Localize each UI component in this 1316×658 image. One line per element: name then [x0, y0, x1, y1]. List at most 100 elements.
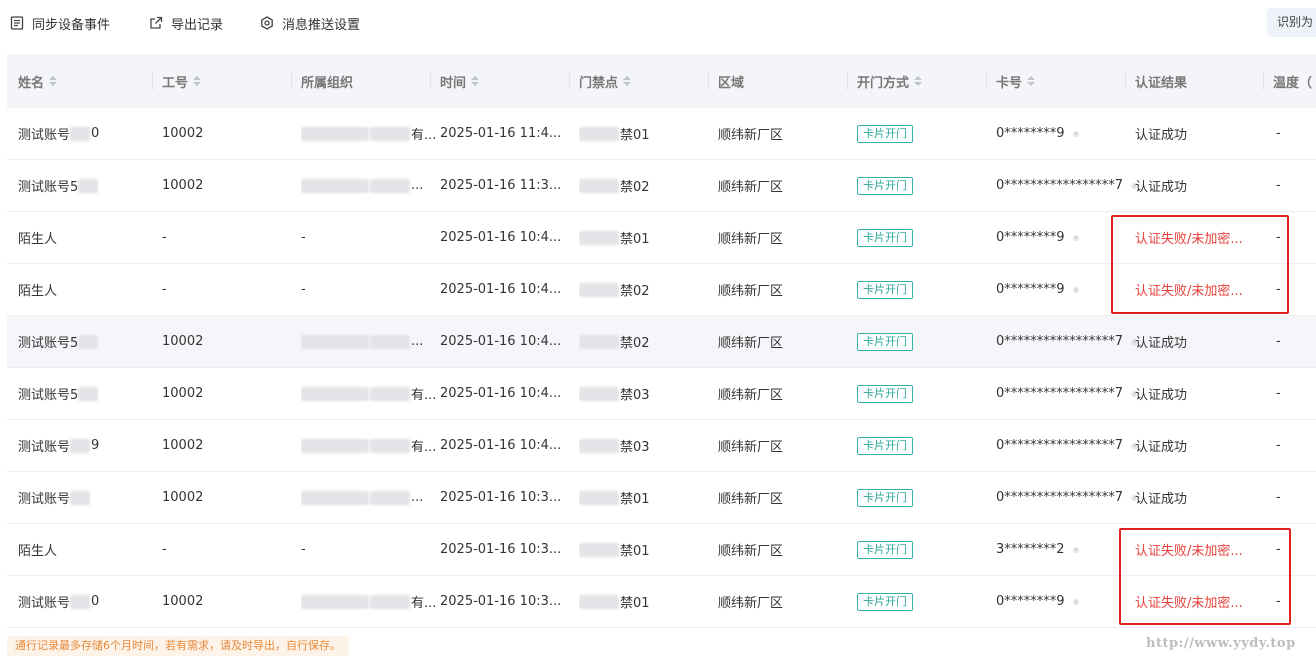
cell-employee-id: 10002 [162, 334, 204, 349]
reveal-eye-icon[interactable]: ◉ [1073, 545, 1087, 554]
cell-door: 禁01 [579, 472, 650, 523]
cell-name: 测试账号 9 [18, 438, 100, 455]
retention-notice: 通行记录最多存储6个月时间，若有需求，请及时导出，自行保存。 [7, 636, 349, 656]
cell-auth-result: 认证成功 [1135, 336, 1188, 351]
column-header-door[interactable]: 门禁点 [569, 54, 632, 108]
table-row[interactable]: 测试账号5 10002... 2025-01-16 10:4... 禁02 顺纬新厂区 卡… [7, 316, 1316, 368]
cell-employee-id: - [162, 230, 167, 245]
cell-employee-id: 10002 [162, 490, 204, 505]
sort-icon[interactable] [193, 76, 202, 86]
cell-time: 2025-01-16 10:4... [440, 230, 562, 245]
cell-door: 禁01 [579, 108, 650, 159]
column-header-open-method[interactable]: 开门方式 [847, 54, 923, 108]
cell-open-method: 卡片开门 [857, 316, 913, 367]
cell-temperature: - [1276, 178, 1281, 193]
reveal-eye-icon[interactable]: ◉ [1073, 233, 1087, 242]
identify-as-button[interactable]: 识别为 [1267, 8, 1316, 37]
cell-open-method: 卡片开门 [857, 576, 913, 627]
cell-time: 2025-01-16 11:3... [440, 178, 562, 193]
column-header-card-number[interactable]: 卡号 [986, 54, 1036, 108]
cell-name: 测试账号5 [18, 368, 99, 419]
export-icon [150, 16, 163, 29]
highlight-box-failed-auth-1 [1111, 215, 1289, 314]
cell-time: 2025-01-16 10:3... [440, 594, 562, 609]
table-row[interactable]: 测试账号5 10002 有... 2025-01-16 10:4... 禁03 顺纬新厂区… [7, 368, 1316, 420]
open-method-badge: 卡片开门 [857, 332, 913, 351]
cell-card-number: 0********9 ◉ [996, 264, 1087, 315]
sort-icon[interactable] [623, 76, 632, 86]
cell-open-method: 卡片开门 [857, 472, 913, 523]
cell-temperature: - [1276, 386, 1281, 401]
open-method-badge: 卡片开门 [857, 280, 913, 299]
column-header-time[interactable]: 时间 [430, 54, 480, 108]
message-push-settings-button[interactable]: 消息推送设置 [260, 13, 360, 33]
column-header-auth-result: 认证结果 [1125, 54, 1187, 108]
cell-employee-id: 10002 [162, 178, 204, 193]
cell-name: 陌生人 [18, 544, 58, 559]
cell-door: 禁01 [579, 576, 650, 627]
table-row[interactable]: 测试账号 10002... 2025-01-16 10:3... 禁01 顺纬新厂区 卡片… [7, 472, 1316, 524]
table-row[interactable]: 测试账号 0 10002 有... 2025-01-16 11:4... 禁01 顺纬新厂区… [7, 108, 1316, 160]
cell-employee-id: 10002 [162, 438, 204, 453]
reveal-eye-icon[interactable]: ◉ [1073, 129, 1087, 138]
column-header-organization: 所属组织 [291, 54, 353, 108]
cell-time: 2025-01-16 11:4... [440, 126, 562, 141]
cell-area: 顺纬新厂区 [718, 492, 784, 507]
cell-auth-result: 认证成功 [1135, 180, 1188, 195]
export-records-button[interactable]: 导出记录 [149, 13, 223, 33]
open-method-badge: 卡片开门 [857, 228, 913, 247]
cell-name: 测试账号5 [18, 316, 99, 367]
open-method-badge: 卡片开门 [857, 176, 913, 195]
cell-time: 2025-01-16 10:3... [440, 542, 562, 557]
cell-name: 测试账号 0 [18, 594, 100, 611]
cell-area: 顺纬新厂区 [718, 440, 784, 455]
cell-temperature: - [1276, 438, 1281, 453]
cell-card-number: 3********2 ◉ [996, 524, 1087, 575]
cell-area: 顺纬新厂区 [718, 128, 784, 143]
sort-icon[interactable] [1027, 76, 1036, 86]
cell-employee-id: 10002 [162, 386, 204, 401]
cell-door: 禁03 [579, 420, 650, 471]
cell-door: 禁01 [579, 524, 650, 575]
cell-door: 禁01 [579, 212, 650, 263]
cell-open-method: 卡片开门 [857, 524, 913, 575]
cell-area: 顺纬新厂区 [718, 596, 784, 611]
cell-card-number: 0********9 ◉ [996, 108, 1087, 159]
sync-device-events-button[interactable]: 同步设备事件 [10, 13, 110, 33]
cell-door: 禁03 [579, 368, 650, 419]
cell-temperature: - [1276, 334, 1281, 349]
reveal-eye-icon[interactable]: ◉ [1073, 285, 1087, 294]
open-method-badge: 卡片开门 [857, 540, 913, 559]
cell-name: 陌生人 [18, 232, 58, 247]
message-push-settings-label: 消息推送设置 [282, 17, 361, 33]
cell-employee-id: - [162, 542, 167, 557]
sync-device-events-label: 同步设备事件 [32, 17, 111, 33]
cell-organization: - [301, 230, 306, 245]
cell-area: 顺纬新厂区 [718, 336, 784, 351]
cell-organization: 有... [301, 108, 436, 159]
cell-card-number: 0********9 ◉ [996, 576, 1087, 627]
table-row[interactable]: 测试账号 9 10002 有... 2025-01-16 10:4... 禁03 顺纬新厂区… [7, 420, 1316, 472]
cell-area: 顺纬新厂区 [718, 180, 784, 195]
cell-auth-result: 认证成功 [1135, 128, 1188, 143]
column-header-employee-id[interactable]: 工号 [152, 54, 202, 108]
cell-area: 顺纬新厂区 [718, 544, 784, 559]
sort-icon[interactable] [471, 76, 480, 86]
cell-organization: ... [301, 160, 423, 211]
sort-icon[interactable] [49, 76, 58, 86]
cell-open-method: 卡片开门 [857, 368, 913, 419]
cell-auth-result: 认证成功 [1135, 440, 1188, 455]
cell-open-method: 卡片开门 [857, 108, 913, 159]
sort-icon[interactable] [914, 76, 923, 86]
table-row[interactable]: 测试账号5 10002... 2025-01-16 11:3... 禁02 顺纬新厂区 卡… [7, 160, 1316, 212]
column-header-name[interactable]: 姓名 [18, 54, 58, 108]
cell-employee-id: 10002 [162, 594, 204, 609]
toolbar: 同步设备事件 导出记录 消息推送设置 识别为 [0, 0, 1316, 46]
export-records-label: 导出记录 [171, 17, 224, 33]
reveal-eye-icon[interactable]: ◉ [1073, 597, 1087, 606]
open-method-badge: 卡片开门 [857, 436, 913, 455]
cell-organization: - [301, 542, 306, 557]
cell-door: 禁02 [579, 160, 650, 211]
cell-card-number: 0********9 ◉ [996, 212, 1087, 263]
table-header: 姓名 工号 所属组织 时间 门禁点 区域 开门方式 卡号 认证结果 温度（ [7, 54, 1316, 108]
